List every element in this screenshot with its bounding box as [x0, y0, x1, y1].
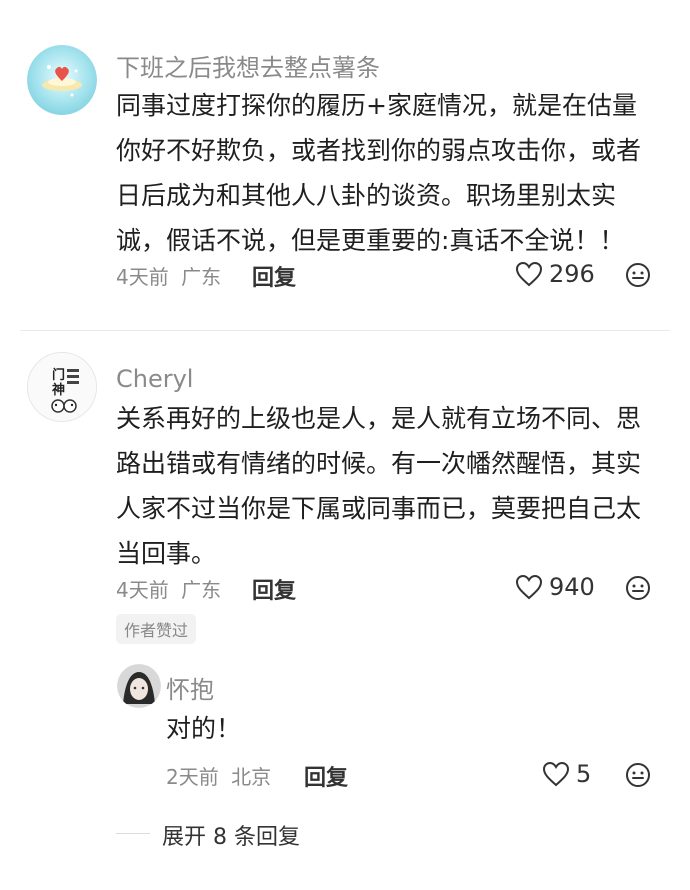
heart-outline-icon: [515, 574, 543, 600]
comment-line: 当回事。: [116, 539, 217, 568]
reply-button[interactable]: 回复: [304, 760, 348, 792]
like-count: 5: [576, 760, 592, 788]
comment-line: 你好不好欺负，或者找到你的弱点攻击你，或者: [116, 136, 642, 165]
comment-line: 日后成为和其他人八卦的谈资。职场里别太实: [116, 181, 617, 210]
comment-time: 4天前: [116, 578, 169, 602]
expand-replies-button[interactable]: 展开 8 条回复: [162, 819, 300, 851]
comment-author[interactable]: 下班之后我想去整点薯条: [116, 48, 380, 83]
emoji-button[interactable]: [625, 762, 651, 788]
comment-line: 同事过度打探你的履历+家庭情况，就是在估量: [116, 91, 637, 120]
comment-line: 关系再好的上级也是人，是人就有立场不同、思: [116, 404, 642, 433]
expand-divider: [116, 833, 150, 834]
avatar[interactable]: [27, 45, 97, 115]
comment-time: 4天前: [116, 265, 169, 289]
comment-content: 同事过度打探你的履历+家庭情况，就是在估量 你好不好欺负，或者找到你的弱点攻击你…: [116, 83, 641, 263]
comment-divider: [20, 330, 670, 331]
comment-location: 广东: [181, 265, 222, 289]
comment-line: 路出错或有情绪的时候。有一次幡然醒悟，其实: [116, 449, 642, 478]
emoji-button[interactable]: [625, 262, 651, 288]
comment-author[interactable]: Cheryl: [116, 365, 193, 393]
comment-meta: 4天前 广东: [116, 574, 221, 603]
comment-line: 人家不过当你是下属或同事而已，莫要把自己太: [116, 494, 642, 523]
avatar-image: [27, 45, 97, 115]
reply-location: 北京: [231, 765, 272, 789]
reply-button[interactable]: 回复: [252, 573, 296, 605]
reply-time: 2天前: [166, 765, 219, 789]
heart-outline-icon: [515, 261, 543, 287]
avatar[interactable]: [117, 664, 161, 708]
like-button[interactable]: 296: [515, 260, 595, 288]
comment-line: 诚，假话不说，但是更重要的:真话不全说！！: [116, 226, 625, 255]
comment-location: 广东: [181, 578, 222, 602]
reply-content: 对的！: [166, 714, 242, 743]
comment-content: 关系再好的上级也是人，是人就有立场不同、思 路出错或有情绪的时候。有一次幡然醒悟…: [116, 396, 641, 576]
like-button[interactable]: 5: [542, 760, 591, 788]
like-count: 940: [549, 573, 595, 601]
avatar-image: [117, 664, 161, 708]
like-button[interactable]: 940: [515, 573, 595, 601]
like-count: 296: [549, 260, 595, 288]
avatar-image: 门 神: [28, 353, 96, 421]
reply-meta: 2天前 北京: [166, 761, 271, 790]
reply-author[interactable]: 怀抱: [166, 670, 214, 705]
smiley-icon: [626, 763, 650, 787]
avatar-text: 神: [52, 382, 65, 398]
smiley-icon: [626, 576, 650, 600]
smiley-icon: [626, 263, 650, 287]
reply-button[interactable]: 回复: [252, 260, 296, 292]
heart-outline-icon: [542, 761, 570, 787]
author-liked-badge: 作者赞过: [116, 614, 197, 644]
avatar[interactable]: 门 神: [27, 352, 97, 422]
emoji-button[interactable]: [625, 575, 651, 601]
comment-meta: 4天前 广东: [116, 261, 221, 290]
avatar-text: 门: [52, 367, 65, 383]
